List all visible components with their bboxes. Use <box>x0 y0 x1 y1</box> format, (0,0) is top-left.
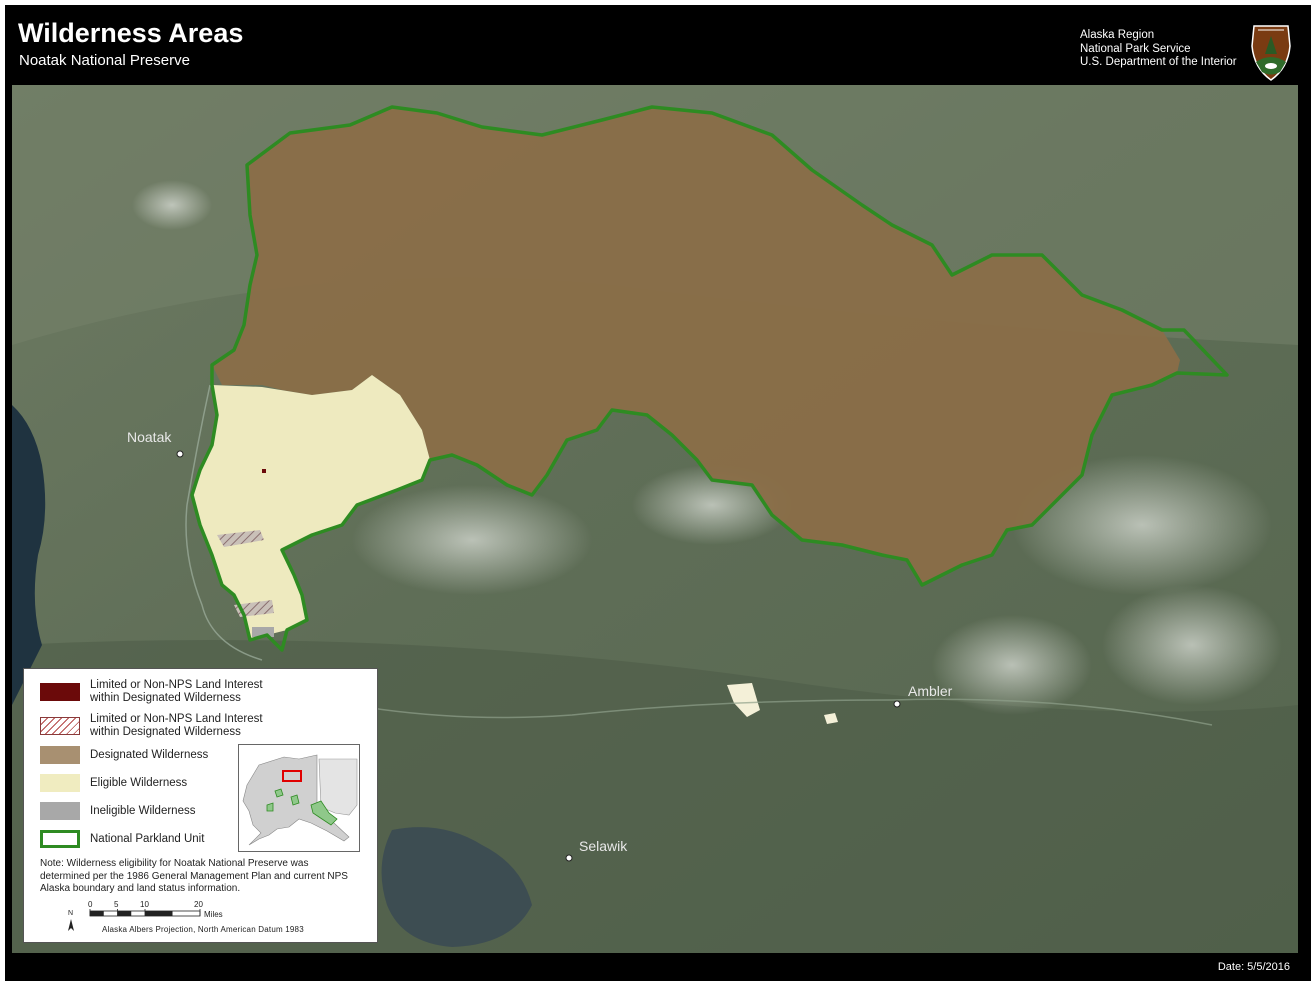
nps-arrowhead-logo <box>1251 25 1291 81</box>
legend-panel: Limited or Non-NPS Land Interest within … <box>23 668 378 943</box>
legend-swatch-eligible <box>40 774 80 792</box>
snow-mountains-6 <box>132 180 212 230</box>
legend-label-limited-hatch: Limited or Non-NPS Land Interest within … <box>90 713 263 738</box>
legend-label-eligible: Eligible Wilderness <box>90 776 188 789</box>
legend-swatch-parkland <box>40 830 80 848</box>
map-date: Date: 5/5/2016 <box>1217 961 1290 973</box>
snow-mountains-4 <box>1102 585 1282 705</box>
legend-label-parkland: National Parkland Unit <box>90 832 205 845</box>
projection-label: Alaska Albers Projection, North American… <box>102 925 304 934</box>
map-header: Wilderness Areas Noatak National Preserv… <box>10 10 1304 81</box>
legend-item-eligible: Eligible Wilderness <box>40 774 187 792</box>
scale-tick-5: 5 <box>114 900 119 909</box>
agency-line-nps: National Park Service <box>1080 42 1191 55</box>
town-label-ambler: Ambler <box>908 683 953 699</box>
legend-item-parkland: National Parkland Unit <box>40 830 204 848</box>
legend-item-ineligible: Ineligible Wilderness <box>40 802 195 820</box>
legend-item-designated: Designated Wilderness <box>40 746 208 764</box>
legend-swatch-ineligible <box>40 802 80 820</box>
non-nps-parcel <box>262 469 266 473</box>
noatak-town-marker <box>176 450 184 458</box>
agency-block: Alaska Region National Park Service U.S.… <box>1080 29 1237 70</box>
legend-item-limited-hatch: Limited or Non-NPS Land Interest within … <box>40 713 263 739</box>
scale-unit: Miles <box>204 910 223 919</box>
scale-tick-0: 0 <box>88 900 93 909</box>
selawik-town-marker <box>565 854 573 862</box>
alaska-inset-map <box>238 744 360 852</box>
north-arrow-label: N <box>68 910 73 917</box>
legend-swatch-designated <box>40 746 80 764</box>
map-footer: Date: 5/5/2016 <box>10 958 1304 978</box>
ambler-town-marker <box>893 700 901 708</box>
legend-label-designated: Designated Wilderness <box>90 748 209 761</box>
scale-tick-20: 20 <box>194 900 203 909</box>
north-arrow-icon <box>68 919 74 931</box>
legend-label-ineligible: Ineligible Wilderness <box>90 804 196 817</box>
map-subtitle: Noatak National Preserve <box>19 52 190 69</box>
agency-line-doi: U.S. Department of the Interior <box>1080 56 1237 68</box>
town-label-selawik: Selawik <box>579 838 628 854</box>
legend-label-limited-solid: Limited or Non-NPS Land Interest within … <box>90 679 263 704</box>
map-title: Wilderness Areas <box>18 18 244 48</box>
town-label-noatak: Noatak <box>127 429 172 445</box>
legend-item-limited-solid: Limited or Non-NPS Land Interest within … <box>40 679 263 705</box>
scale-tick-10: 10 <box>140 900 149 909</box>
snow-mountains-1 <box>352 485 592 595</box>
legend-swatch-limited-solid <box>40 683 80 701</box>
legend-note: Note: Wilderness eligibility for Noatak … <box>40 858 348 894</box>
legend-swatch-limited-hatch <box>40 717 80 735</box>
agency-line-region: Alaska Region <box>1080 29 1155 41</box>
